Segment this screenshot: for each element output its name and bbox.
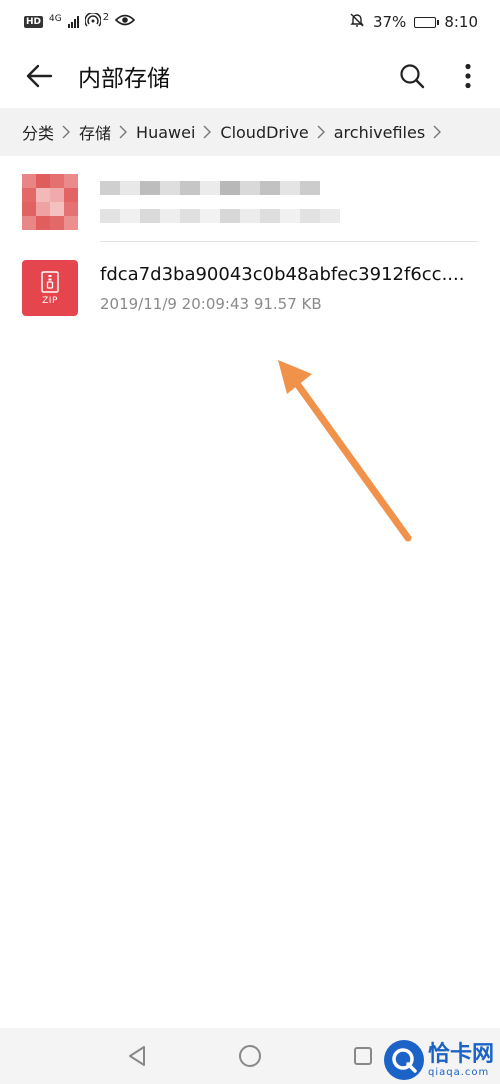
file-list: ZIP fdca7d3ba90043c0b48abfec3912f6cc....… xyxy=(0,162,500,334)
watermark-title: 恰卡网 xyxy=(427,1041,494,1067)
file-meta: 2019/11/9 20:09:43 91.57 KB xyxy=(100,294,322,313)
search-icon xyxy=(400,64,425,89)
page-title: 内部存储 xyxy=(78,66,170,92)
battery-percent: 37% xyxy=(372,13,407,31)
back-button[interactable] xyxy=(22,59,56,93)
search-button[interactable] xyxy=(394,58,430,94)
eye-comfort-icon xyxy=(114,13,136,31)
nav-back-button[interactable] xyxy=(117,1036,157,1076)
nav-home-circle-icon xyxy=(238,1045,261,1067)
obscured-file-meta xyxy=(100,209,340,223)
network-type-label: 4G xyxy=(49,13,62,24)
status-right: 37% 8:10 xyxy=(349,12,478,32)
zip-file-text: fdca7d3ba90043c0b48abfec3912f6cc.... 201… xyxy=(100,264,478,313)
breadcrumb-item-huawei[interactable]: Huawei xyxy=(136,123,195,142)
hd-voice-badge: HD xyxy=(24,16,44,28)
file-list-item-obscured[interactable] xyxy=(0,162,500,242)
breadcrumb: 分类 存储 Huawei CloudDrive archivefiles xyxy=(0,108,500,156)
more-vert-icon xyxy=(465,63,471,89)
nav-home-button[interactable] xyxy=(230,1036,270,1076)
zip-archive-icon xyxy=(41,270,59,293)
status-bar: HD 4G 2 37% 8:10 xyxy=(0,0,500,44)
watermark-subtitle: qiaqa.com xyxy=(427,1066,490,1078)
file-list-item-zip[interactable]: ZIP fdca7d3ba90043c0b48abfec3912f6cc....… xyxy=(0,242,500,334)
breadcrumb-item-storage[interactable]: 存储 xyxy=(79,120,111,144)
file-name: fdca7d3ba90043c0b48abfec3912f6cc.... xyxy=(100,263,465,285)
chevron-right-icon xyxy=(119,125,128,139)
chevron-right-icon xyxy=(62,125,71,139)
obscured-file-icon xyxy=(22,174,78,230)
breadcrumb-item-category[interactable]: 分类 xyxy=(22,120,54,144)
nav-recents-square-icon xyxy=(354,1047,373,1065)
chevron-right-icon xyxy=(317,125,325,139)
chevron-right-icon xyxy=(433,125,442,139)
hotspot-icon xyxy=(84,11,102,31)
status-left: HD 4G 2 xyxy=(24,11,136,31)
back-arrow-icon xyxy=(26,64,53,88)
clock: 8:10 xyxy=(444,13,478,31)
battery-icon xyxy=(414,16,440,28)
breadcrumb-item-archivefiles[interactable]: archivefiles xyxy=(334,123,425,142)
nav-back-triangle-icon xyxy=(128,1046,145,1066)
watermark-q-icon xyxy=(383,1040,424,1080)
nav-recents-button[interactable] xyxy=(343,1036,383,1076)
chevron-right-icon xyxy=(203,125,212,139)
obscured-file-text xyxy=(100,181,478,223)
more-options-button[interactable] xyxy=(450,58,486,94)
hotspot-device-count: 2 xyxy=(102,11,110,23)
mute-bell-icon xyxy=(349,12,365,32)
zip-file-icon: ZIP xyxy=(22,260,78,316)
zip-type-label: ZIP xyxy=(42,295,58,306)
signal-strength-icon xyxy=(67,16,79,28)
watermark-logo: 恰卡网 qiaqa.com xyxy=(383,1040,494,1080)
watermark-text: 恰卡网 qiaqa.com xyxy=(427,1041,494,1078)
breadcrumb-item-clouddrive[interactable]: CloudDrive xyxy=(220,123,308,142)
obscured-file-name xyxy=(100,181,320,195)
app-bar: 内部存储 xyxy=(0,44,500,108)
